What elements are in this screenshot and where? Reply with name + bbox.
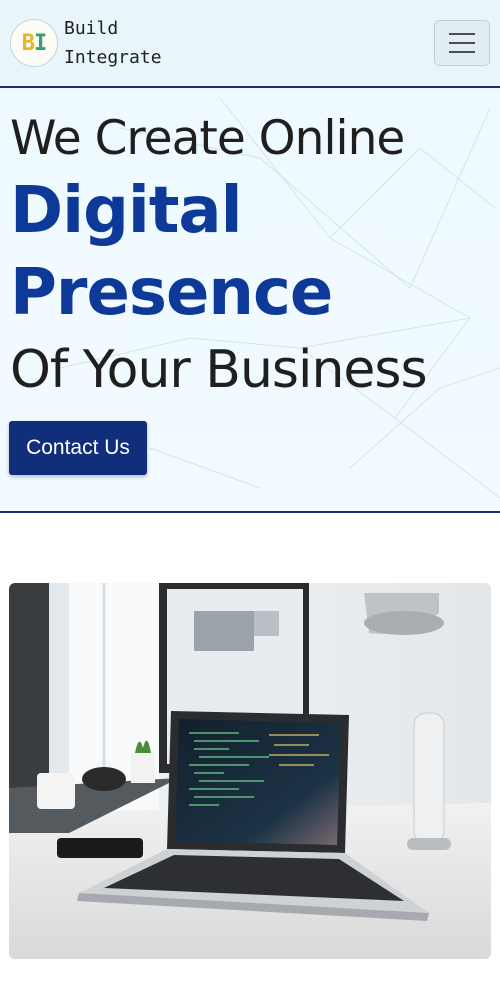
brand-name: Build Integrate bbox=[64, 14, 162, 72]
laptop-workspace-image bbox=[9, 583, 491, 959]
contact-us-button[interactable]: Contact Us bbox=[9, 421, 147, 475]
hero-line-3: Presence bbox=[10, 256, 333, 330]
logo-letter-i: I bbox=[34, 30, 47, 56]
hamburger-menu-button[interactable] bbox=[434, 20, 490, 66]
logo-letter-b: B bbox=[21, 30, 35, 56]
hero-line-4: Of Your Business bbox=[10, 340, 428, 400]
brand-name-line1: Build bbox=[64, 18, 119, 39]
hamburger-menu-icon-bar bbox=[449, 42, 475, 44]
hamburger-menu-icon bbox=[449, 33, 475, 35]
hero-line-2: Digital bbox=[10, 174, 243, 248]
brand-logo-icon: BI bbox=[10, 19, 58, 67]
hero-line-1: We Create Online bbox=[10, 111, 405, 166]
navbar: BI Build Integrate bbox=[0, 0, 500, 88]
brand-logo-link[interactable]: BI Build Integrate bbox=[10, 14, 162, 72]
hero-section: We Create Online Digital Presence Of You… bbox=[0, 88, 500, 513]
hero-headline: We Create Online Digital Presence Of You… bbox=[10, 108, 428, 406]
hamburger-menu-icon-bar bbox=[449, 51, 475, 53]
brand-name-line2: Integrate bbox=[64, 47, 162, 68]
